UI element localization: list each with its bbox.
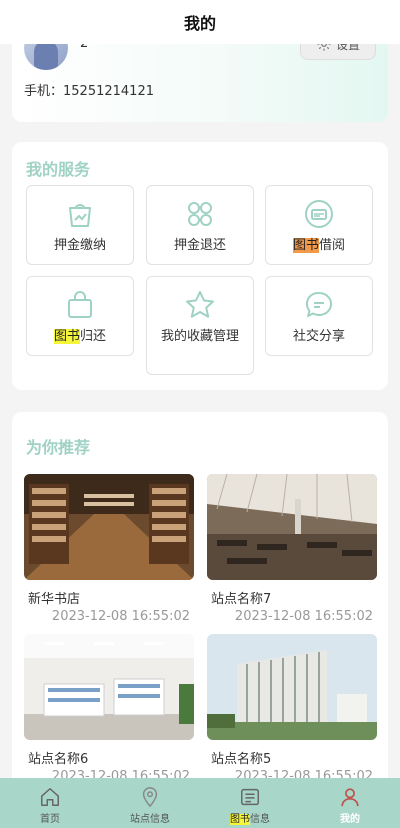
star-icon	[186, 291, 214, 318]
thumbnail-image	[24, 634, 194, 740]
bag-chart-icon	[69, 204, 91, 227]
recommend-title: 为你推荐	[26, 438, 91, 457]
service-social-share[interactable]: 社交分享	[265, 276, 373, 356]
tab-mine[interactable]: 我的	[300, 778, 400, 828]
tab-home[interactable]: 首页	[0, 778, 100, 828]
thumbnail-image	[207, 474, 377, 580]
item-name: 站点名称5	[211, 752, 272, 767]
service-label: 图书借阅	[279, 236, 359, 255]
service-deposit-refund[interactable]: 押金退还	[146, 185, 254, 265]
four-circles-icon	[188, 202, 212, 226]
highlight-text: 图书	[292, 238, 319, 253]
label-rest: 归还	[80, 329, 107, 344]
item-name: 站点名称6	[28, 752, 89, 767]
phone-label: 手机：	[24, 84, 64, 99]
thumbnail-image	[207, 634, 377, 740]
highlight-text: 图书	[230, 814, 250, 825]
tab-label: 站点信息	[130, 814, 170, 825]
item-time: 2023-12-08 16:55:02	[234, 609, 373, 624]
tab-site-info[interactable]: 站点信息	[100, 778, 200, 828]
service-label: 我的收藏管理	[160, 329, 239, 344]
page-content: 2 设置 手机：15251214121 我的服务 押金缴纳 押金退还 图书借阅 …	[0, 0, 400, 828]
user-icon	[341, 788, 359, 807]
tab-label: 图书信息	[230, 810, 270, 825]
home-icon	[41, 788, 59, 806]
page-title: 我的	[183, 14, 216, 33]
tab-book-info[interactable]: 图书信息	[200, 778, 300, 828]
item-name: 新华书店	[28, 592, 81, 607]
label-rest: 信息	[250, 814, 270, 825]
chat-icon	[305, 291, 333, 317]
phone-row: 手机：15251214121	[24, 80, 154, 99]
services-title: 我的服务	[26, 160, 91, 179]
bottom-tab-bar: 首页 站点信息 图书信息 我的	[0, 778, 400, 828]
item-time: 2023-12-08 16:55:02	[51, 609, 190, 624]
service-label: 押金退还	[173, 238, 226, 253]
list-item[interactable]: 新华书店 2023-12-08 16:55:02	[24, 474, 194, 624]
tab-label: 首页	[40, 814, 60, 825]
service-deposit-pay[interactable]: 押金缴纳	[26, 185, 134, 265]
location-icon	[142, 787, 158, 808]
list-item[interactable]: 站点名称6 2023-12-08 16:55:02	[24, 634, 194, 784]
highlight-text: 图书	[53, 329, 80, 344]
thumbnail-image	[24, 474, 194, 580]
card-icon	[305, 200, 333, 228]
services-card: 我的服务 押金缴纳 押金退还 图书借阅 图书归还 我的收藏管理 社交分享	[12, 142, 388, 390]
phone-number: 15251214121	[63, 84, 154, 99]
list-item[interactable]: 站点名称5 2023-12-08 16:55:02	[207, 634, 377, 784]
list-item[interactable]: 站点名称7 2023-12-08 16:55:02	[207, 474, 377, 624]
service-label: 图书归还	[40, 327, 120, 346]
service-label: 押金缴纳	[53, 238, 106, 253]
service-book-return[interactable]: 图书归还	[26, 276, 134, 356]
recommend-card: 为你推荐 新华书店 2023-12-08 16:55:02 站点名称7 2023…	[12, 412, 388, 828]
service-label: 社交分享	[292, 329, 345, 344]
book-info-icon	[241, 788, 259, 806]
service-favorites[interactable]: 我的收藏管理	[146, 276, 254, 375]
label-rest: 借阅	[319, 238, 346, 253]
shopping-bag-icon	[68, 291, 92, 318]
tab-label: 我的	[340, 814, 360, 825]
service-book-borrow[interactable]: 图书借阅	[265, 185, 373, 265]
item-name: 站点名称7	[211, 592, 272, 607]
page-header: 我的	[0, 0, 400, 44]
